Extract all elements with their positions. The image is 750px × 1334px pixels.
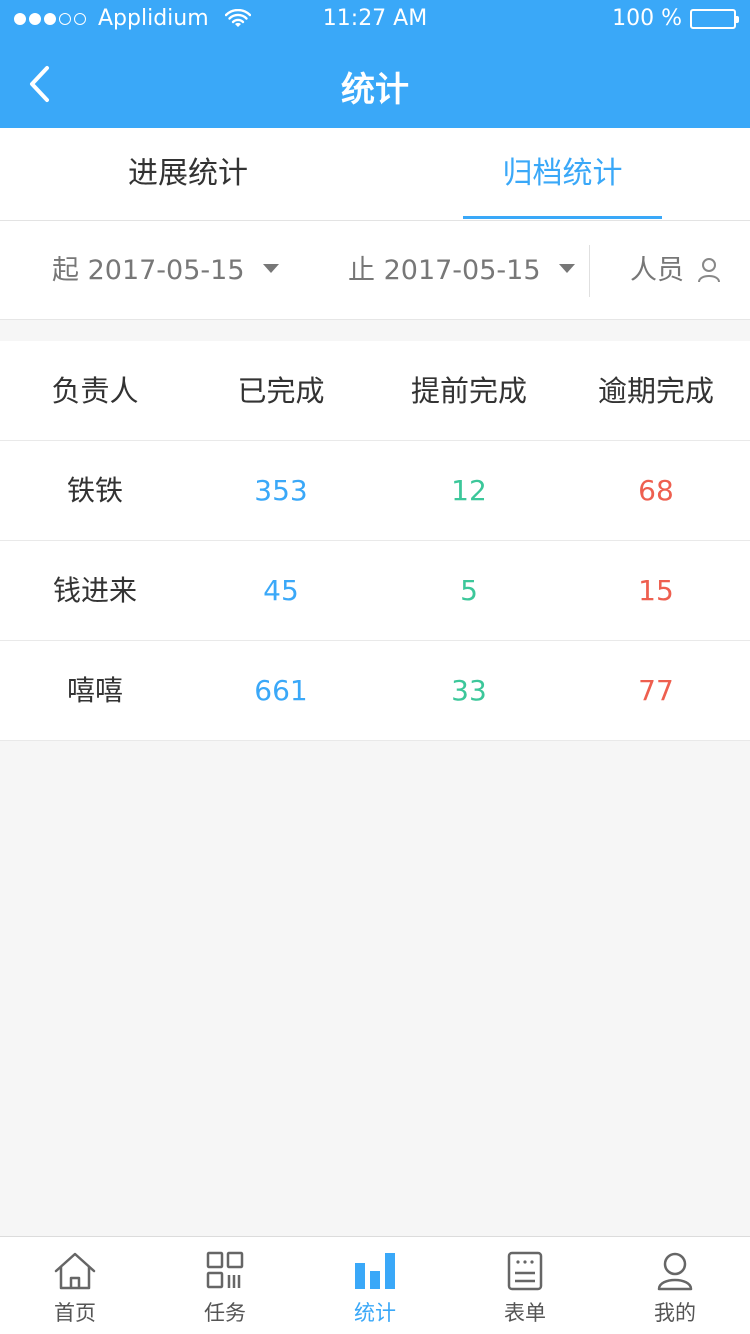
table-row[interactable]: 铁铁 353 12 68 (0, 441, 750, 541)
end-date-picker[interactable]: 止 2017-05-15 (348, 221, 576, 320)
cell-owner: 钱进来 (52, 574, 137, 607)
cell-done: 661 (254, 674, 308, 707)
battery-icon (690, 8, 739, 29)
table-row[interactable]: 钱进来 45 5 15 (0, 541, 750, 641)
status-bar: Applidium 11:27 AM 100 % (0, 0, 750, 40)
person-filter[interactable]: 人员 (630, 221, 721, 320)
stats-table: 负责人 已完成 提前完成 逾期完成 铁铁 353 12 68 钱进来 45 5 … (0, 341, 750, 741)
start-date-value: 2017-05-15 (87, 255, 245, 286)
header-early: 提前完成 (410, 374, 527, 408)
start-date-picker[interactable]: 起 2017-05-15 (52, 221, 280, 320)
caret-down-icon (559, 264, 576, 273)
task-icon (206, 1251, 244, 1289)
header-done: 已完成 (237, 374, 325, 408)
tabbar-label: 我的 (654, 1301, 696, 1325)
tabbar-item-tasks[interactable]: 任务 (150, 1237, 300, 1334)
person-filter-label: 人员 (630, 255, 684, 286)
cell-done: 353 (254, 474, 308, 507)
battery-percent: 100 % (612, 6, 682, 31)
person-icon (697, 257, 720, 282)
end-date-label: 止 (348, 255, 375, 286)
bottom-tab-bar: 首页 任务 统计 表单 我的 (0, 1236, 750, 1334)
status-right: 100 % (612, 6, 739, 31)
tabbar-label: 统计 (354, 1301, 396, 1325)
header-owner: 负责人 (51, 374, 139, 408)
end-date-value: 2017-05-15 (383, 255, 541, 286)
profile-icon (657, 1252, 693, 1291)
table-header-row: 负责人 已完成 提前完成 逾期完成 (0, 341, 750, 441)
home-icon (54, 1252, 96, 1290)
tab-archive-stats[interactable]: 归档统计 (463, 128, 662, 220)
form-icon (507, 1251, 543, 1291)
cell-late: 77 (638, 674, 674, 707)
tabbar-label: 任务 (204, 1301, 246, 1325)
bar-chart-icon (355, 1253, 395, 1289)
filter-divider (589, 245, 590, 297)
tabbar-item-stats[interactable]: 统计 (300, 1237, 450, 1334)
tabbar-label: 首页 (54, 1301, 96, 1325)
tabbar-item-forms[interactable]: 表单 (450, 1237, 600, 1334)
cell-early: 33 (451, 674, 487, 707)
cell-late: 68 (638, 474, 674, 507)
tabbar-item-profile[interactable]: 我的 (600, 1237, 750, 1334)
cell-late: 15 (638, 574, 674, 607)
start-date-label: 起 (52, 255, 79, 286)
tabbar-item-home[interactable]: 首页 (0, 1237, 150, 1334)
table-row[interactable]: 嘻嘻 661 33 77 (0, 641, 750, 741)
page-title: 统计 (341, 70, 409, 110)
cell-owner: 嘻嘻 (66, 674, 123, 707)
tab-bar-top: 进展统计 归档统计 (0, 128, 750, 221)
caret-down-icon (263, 264, 280, 273)
cell-done: 45 (263, 574, 299, 607)
tabbar-label: 表单 (504, 1301, 546, 1325)
cell-early: 12 (451, 474, 487, 507)
cell-owner: 铁铁 (66, 474, 123, 507)
filter-bar: 起 2017-05-15 止 2017-05-15 人员 (0, 221, 750, 320)
active-tab-indicator (463, 216, 662, 219)
header-late: 逾期完成 (597, 374, 714, 408)
tab-progress-stats[interactable]: 进展统计 (88, 128, 288, 220)
top-bar: Applidium 11:27 AM 100 % 统计 (0, 0, 750, 128)
cell-early: 5 (460, 574, 478, 607)
